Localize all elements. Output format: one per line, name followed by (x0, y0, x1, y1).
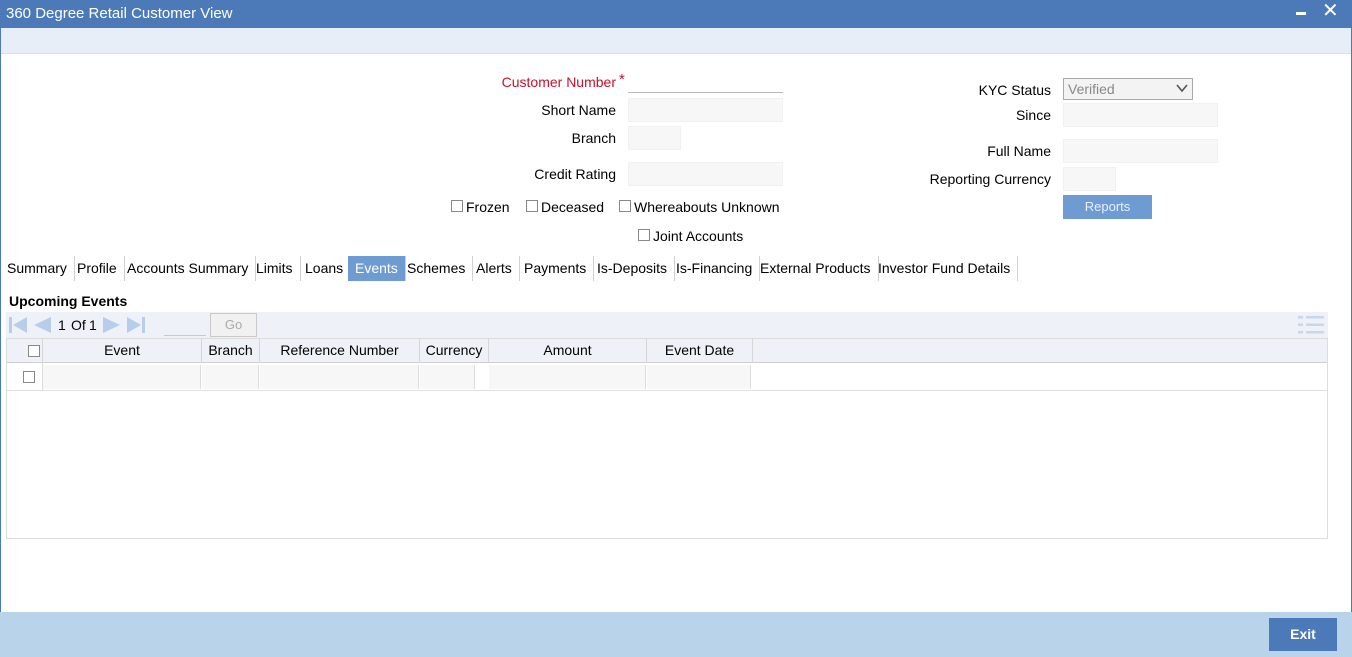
joint-accounts-checkbox[interactable] (638, 229, 650, 241)
column-menu-icon[interactable] (1298, 315, 1324, 335)
tab-alerts[interactable]: Alerts (469, 256, 520, 281)
tab-is-deposits[interactable]: Is-Deposits (590, 256, 676, 281)
full-name-field (1063, 139, 1218, 163)
tab-limits[interactable]: Limits (249, 256, 301, 281)
deceased-checkbox[interactable] (526, 200, 538, 212)
event-cell[interactable] (43, 365, 201, 389)
column-header[interactable]: Branch (202, 339, 260, 363)
column-header[interactable]: Amount (489, 339, 647, 363)
chevron-down-icon (1176, 84, 1188, 93)
customer-number-input[interactable] (628, 69, 783, 93)
close-icon[interactable]: ✕ (1322, 0, 1339, 22)
tab-profile[interactable]: Profile (70, 256, 125, 281)
frozen-checkbox[interactable] (451, 200, 463, 212)
kyc-status-value: Verified (1068, 81, 1115, 97)
window-title: 360 Degree Retail Customer View (6, 5, 233, 22)
deceased-label: Deceased (541, 199, 605, 215)
grid-header: Event Branch Reference Number Currency A… (7, 339, 1327, 363)
events-grid: Event Branch Reference Number Currency A… (6, 338, 1328, 539)
branch-cell[interactable] (202, 365, 259, 389)
tab-external-products[interactable]: External Products (753, 256, 879, 281)
tab-is-financing[interactable]: Is-Financing (669, 256, 761, 281)
short-name-field (628, 98, 783, 122)
kyc-status-select[interactable]: Verified (1063, 78, 1193, 100)
column-header[interactable]: Reference Number (260, 339, 420, 363)
tab-schemes[interactable]: Schemes (400, 256, 474, 281)
joint-accounts-label: Joint Accounts (653, 228, 744, 244)
credit-rating-field (628, 162, 783, 186)
short-name-label: Short Name (541, 102, 616, 118)
table-row[interactable] (7, 363, 1327, 391)
tab-investor-fund-details[interactable]: Investor Fund Details (871, 256, 1019, 281)
currency-cell[interactable] (420, 365, 475, 389)
reference-number-cell[interactable] (260, 365, 419, 389)
total-pages: 1 (89, 317, 97, 333)
frozen-label: Frozen (466, 199, 510, 215)
select-all-checkbox[interactable] (28, 345, 40, 357)
exit-button[interactable]: Exit (1269, 618, 1337, 651)
since-field (1063, 103, 1218, 127)
whereabouts-unknown-checkbox[interactable] (619, 200, 631, 212)
select-all-cell (7, 339, 43, 363)
whereabouts-unknown-label: Whereabouts Unknown (634, 199, 780, 215)
reports-button[interactable]: Reports (1063, 195, 1152, 219)
customer-number-label: Customer Number (501, 74, 616, 90)
credit-rating-label: Credit Rating (534, 166, 616, 182)
tab-events[interactable]: Events (348, 256, 406, 281)
current-page: 1 (58, 317, 66, 333)
branch-label: Branch (571, 130, 616, 146)
event-date-cell[interactable] (647, 365, 751, 389)
column-header[interactable]: Event Date (647, 339, 753, 363)
full-name-label: Full Name (987, 143, 1051, 159)
column-header[interactable]: Currency (420, 339, 489, 363)
since-label: Since (1015, 107, 1051, 123)
amount-cell[interactable] (489, 365, 646, 389)
kyc-status-label: KYC Status (978, 82, 1051, 98)
column-header[interactable]: Event (43, 339, 202, 363)
branch-field (628, 126, 681, 150)
row-select-cell (7, 363, 43, 391)
toolbar-strip (1, 28, 1351, 54)
footer-bar (0, 612, 1352, 657)
required-marker: * (619, 71, 625, 88)
reporting-currency-field (1063, 167, 1116, 191)
next-page-icon[interactable] (102, 316, 122, 334)
previous-page-icon[interactable] (32, 316, 52, 334)
last-page-icon[interactable] (126, 316, 146, 334)
go-button[interactable]: Go (210, 313, 257, 337)
tab-loans[interactable]: Loans (298, 256, 352, 281)
section-title: Upcoming Events (9, 293, 128, 309)
page-number-input[interactable] (164, 314, 206, 336)
first-page-icon[interactable] (8, 316, 28, 334)
reporting-currency-label: Reporting Currency (929, 171, 1051, 187)
minimize-icon[interactable] (1296, 12, 1306, 15)
tab-accounts-summary[interactable]: Accounts Summary (120, 256, 257, 281)
tab-payments[interactable]: Payments (517, 256, 595, 281)
tab-summary[interactable]: Summary (0, 256, 75, 281)
page-of-label: Of (71, 317, 86, 333)
window-titlebar: 360 Degree Retail Customer View ✕ (0, 0, 1352, 28)
events-pager: 1 Of 1 Go (6, 312, 1328, 338)
